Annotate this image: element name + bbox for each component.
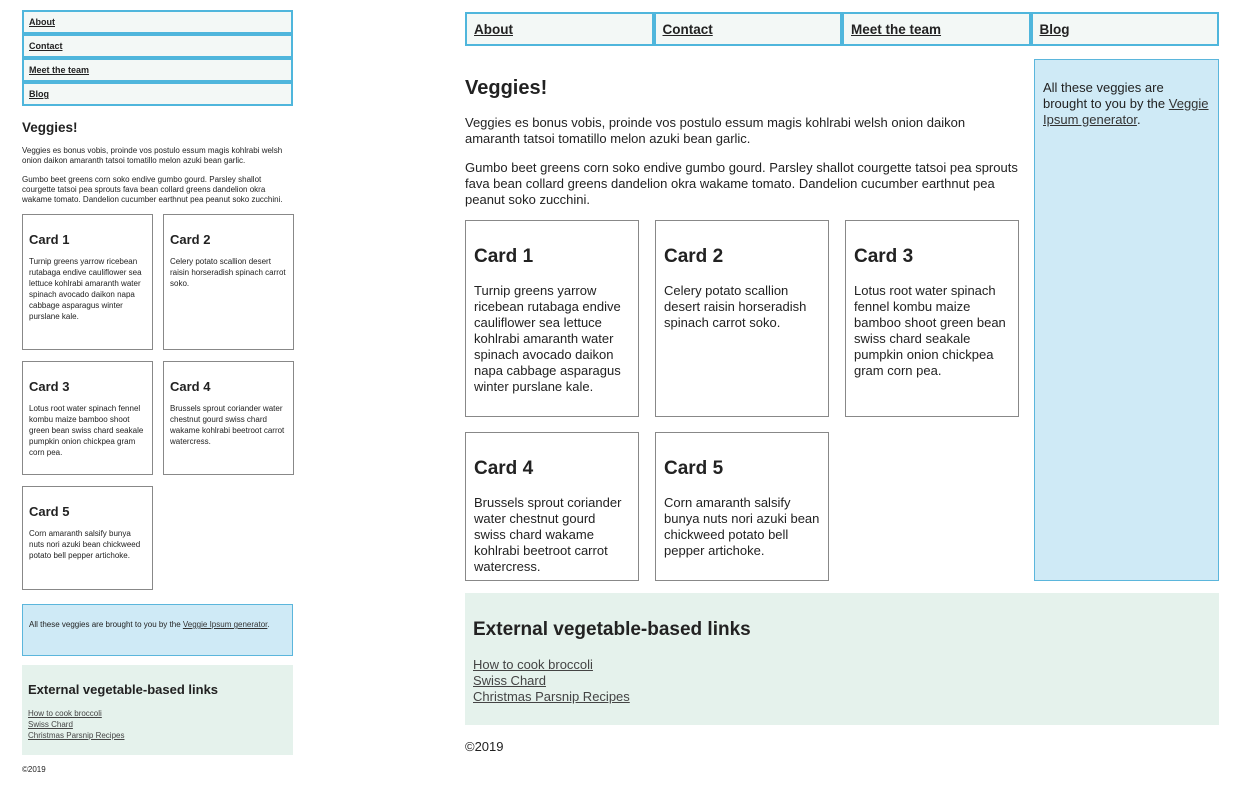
footer-copyright: ©2019: [465, 739, 504, 754]
link-swiss-chard[interactable]: Swiss Chard: [28, 719, 287, 730]
veggie-ipsum-aside: All these veggies are brought to you by …: [1034, 59, 1219, 581]
intro-section: Veggies! Veggies es bonus vobis, proinde…: [465, 59, 1020, 208]
card-text: Brussels sprout coriander water chestnut…: [474, 495, 622, 574]
card-5: Card 5 Corn amaranth salsify bunya nuts …: [655, 432, 829, 581]
aside-text: All these veggies are brought to you by …: [29, 620, 183, 629]
intro-paragraph-2: Gumbo beet greens corn soko endive gumbo…: [22, 175, 283, 204]
card-4: Card 4 Brussels sprout coriander water c…: [163, 361, 294, 475]
nav-contact[interactable]: Contact: [22, 34, 293, 58]
card-5: Card 5 Corn amaranth salsify bunya nuts …: [22, 486, 153, 590]
footer-copyright: ©2019: [22, 765, 46, 774]
card-text: Turnip greens yarrow ricebean rutabaga e…: [474, 283, 621, 394]
link-broccoli[interactable]: How to cook broccoli: [473, 657, 1211, 673]
nav-about[interactable]: About: [22, 10, 293, 34]
nav-blog[interactable]: Blog: [1030, 12, 1219, 46]
external-links-heading: External vegetable-based links: [28, 682, 219, 697]
desktop-nav: About Contact Meet the team Blog: [465, 12, 1219, 46]
link-parsnip[interactable]: Christmas Parsnip Recipes: [473, 689, 1211, 705]
card-3: Card 3 Lotus root water spinach fennel k…: [22, 361, 153, 475]
intro-section: Veggies! Veggies es bonus vobis, proinde…: [22, 120, 293, 205]
aside-text-end: .: [1136, 112, 1141, 127]
intro-paragraph-2: Gumbo beet greens corn soko endive gumbo…: [465, 160, 1018, 207]
aside-text-end: .: [267, 620, 270, 629]
card-grid: Card 1 Turnip greens yarrow ricebean rut…: [465, 220, 1020, 581]
card-text: Celery potato scallion desert raisin hor…: [664, 283, 807, 330]
card-title: Card 2: [170, 232, 211, 247]
card-3: Card 3 Lotus root water spinach fennel k…: [845, 220, 1019, 417]
mobile-layout: About Contact Meet the team Blog Veggies…: [22, 10, 294, 774]
card-title: Card 4: [170, 379, 211, 394]
card-title: Card 4: [474, 458, 534, 479]
external-links-section: External vegetable-based links How to co…: [22, 665, 293, 755]
nav-about[interactable]: About: [465, 12, 654, 46]
card-text: Celery potato scallion desert raisin hor…: [170, 257, 286, 288]
nav-contact[interactable]: Contact: [653, 12, 842, 46]
card-text: Lotus root water spinach fennel kombu ma…: [29, 404, 144, 457]
card-title: Card 5: [664, 458, 724, 479]
card-text: Turnip greens yarrow ricebean rutabaga e…: [29, 257, 142, 321]
intro-paragraph-1: Veggies es bonus vobis, proinde vos post…: [465, 115, 966, 146]
link-parsnip[interactable]: Christmas Parsnip Recipes: [28, 730, 287, 741]
mobile-nav: About Contact Meet the team Blog: [22, 10, 293, 106]
card-2: Card 2 Celery potato scallion desert rai…: [163, 214, 294, 350]
aside-text: All these veggies are brought to you by …: [1043, 80, 1169, 111]
card-title: Card 3: [29, 379, 70, 394]
card-title: Card 1: [29, 232, 70, 247]
card-1: Card 1 Turnip greens yarrow ricebean rut…: [465, 220, 639, 417]
card-text: Lotus root water spinach fennel kombu ma…: [854, 283, 1006, 378]
card-2: Card 2 Celery potato scallion desert rai…: [655, 220, 829, 417]
desktop-layout: About Contact Meet the team Blog Veggies…: [465, 12, 1219, 754]
card-grid: Card 1 Turnip greens yarrow ricebean rut…: [22, 214, 294, 590]
link-broccoli[interactable]: How to cook broccoli: [28, 708, 287, 719]
card-text: Corn amaranth salsify bunya nuts nori az…: [29, 529, 141, 560]
nav-meet-the-team[interactable]: Meet the team: [22, 58, 293, 82]
card-1: Card 1 Turnip greens yarrow ricebean rut…: [22, 214, 153, 350]
intro-paragraph-1: Veggies es bonus vobis, proinde vos post…: [22, 146, 283, 165]
link-swiss-chard[interactable]: Swiss Chard: [473, 673, 1211, 689]
page-title: Veggies!: [465, 77, 548, 99]
card-title: Card 1: [474, 246, 534, 267]
page-title: Veggies!: [22, 120, 78, 135]
card-text: Brussels sprout coriander water chestnut…: [170, 404, 285, 446]
card-text: Corn amaranth salsify bunya nuts nori az…: [664, 495, 820, 558]
card-4: Card 4 Brussels sprout coriander water c…: [465, 432, 639, 581]
external-links-section: External vegetable-based links How to co…: [465, 593, 1219, 725]
veggie-ipsum-aside: All these veggies are brought to you by …: [22, 604, 293, 656]
nav-blog[interactable]: Blog: [22, 82, 293, 106]
nav-meet-the-team[interactable]: Meet the team: [842, 12, 1031, 46]
card-title: Card 5: [29, 504, 70, 519]
external-links-heading: External vegetable-based links: [473, 619, 751, 640]
card-title: Card 3: [854, 246, 914, 267]
card-title: Card 2: [664, 246, 724, 267]
veggie-ipsum-link[interactable]: Veggie Ipsum generator: [183, 620, 268, 629]
